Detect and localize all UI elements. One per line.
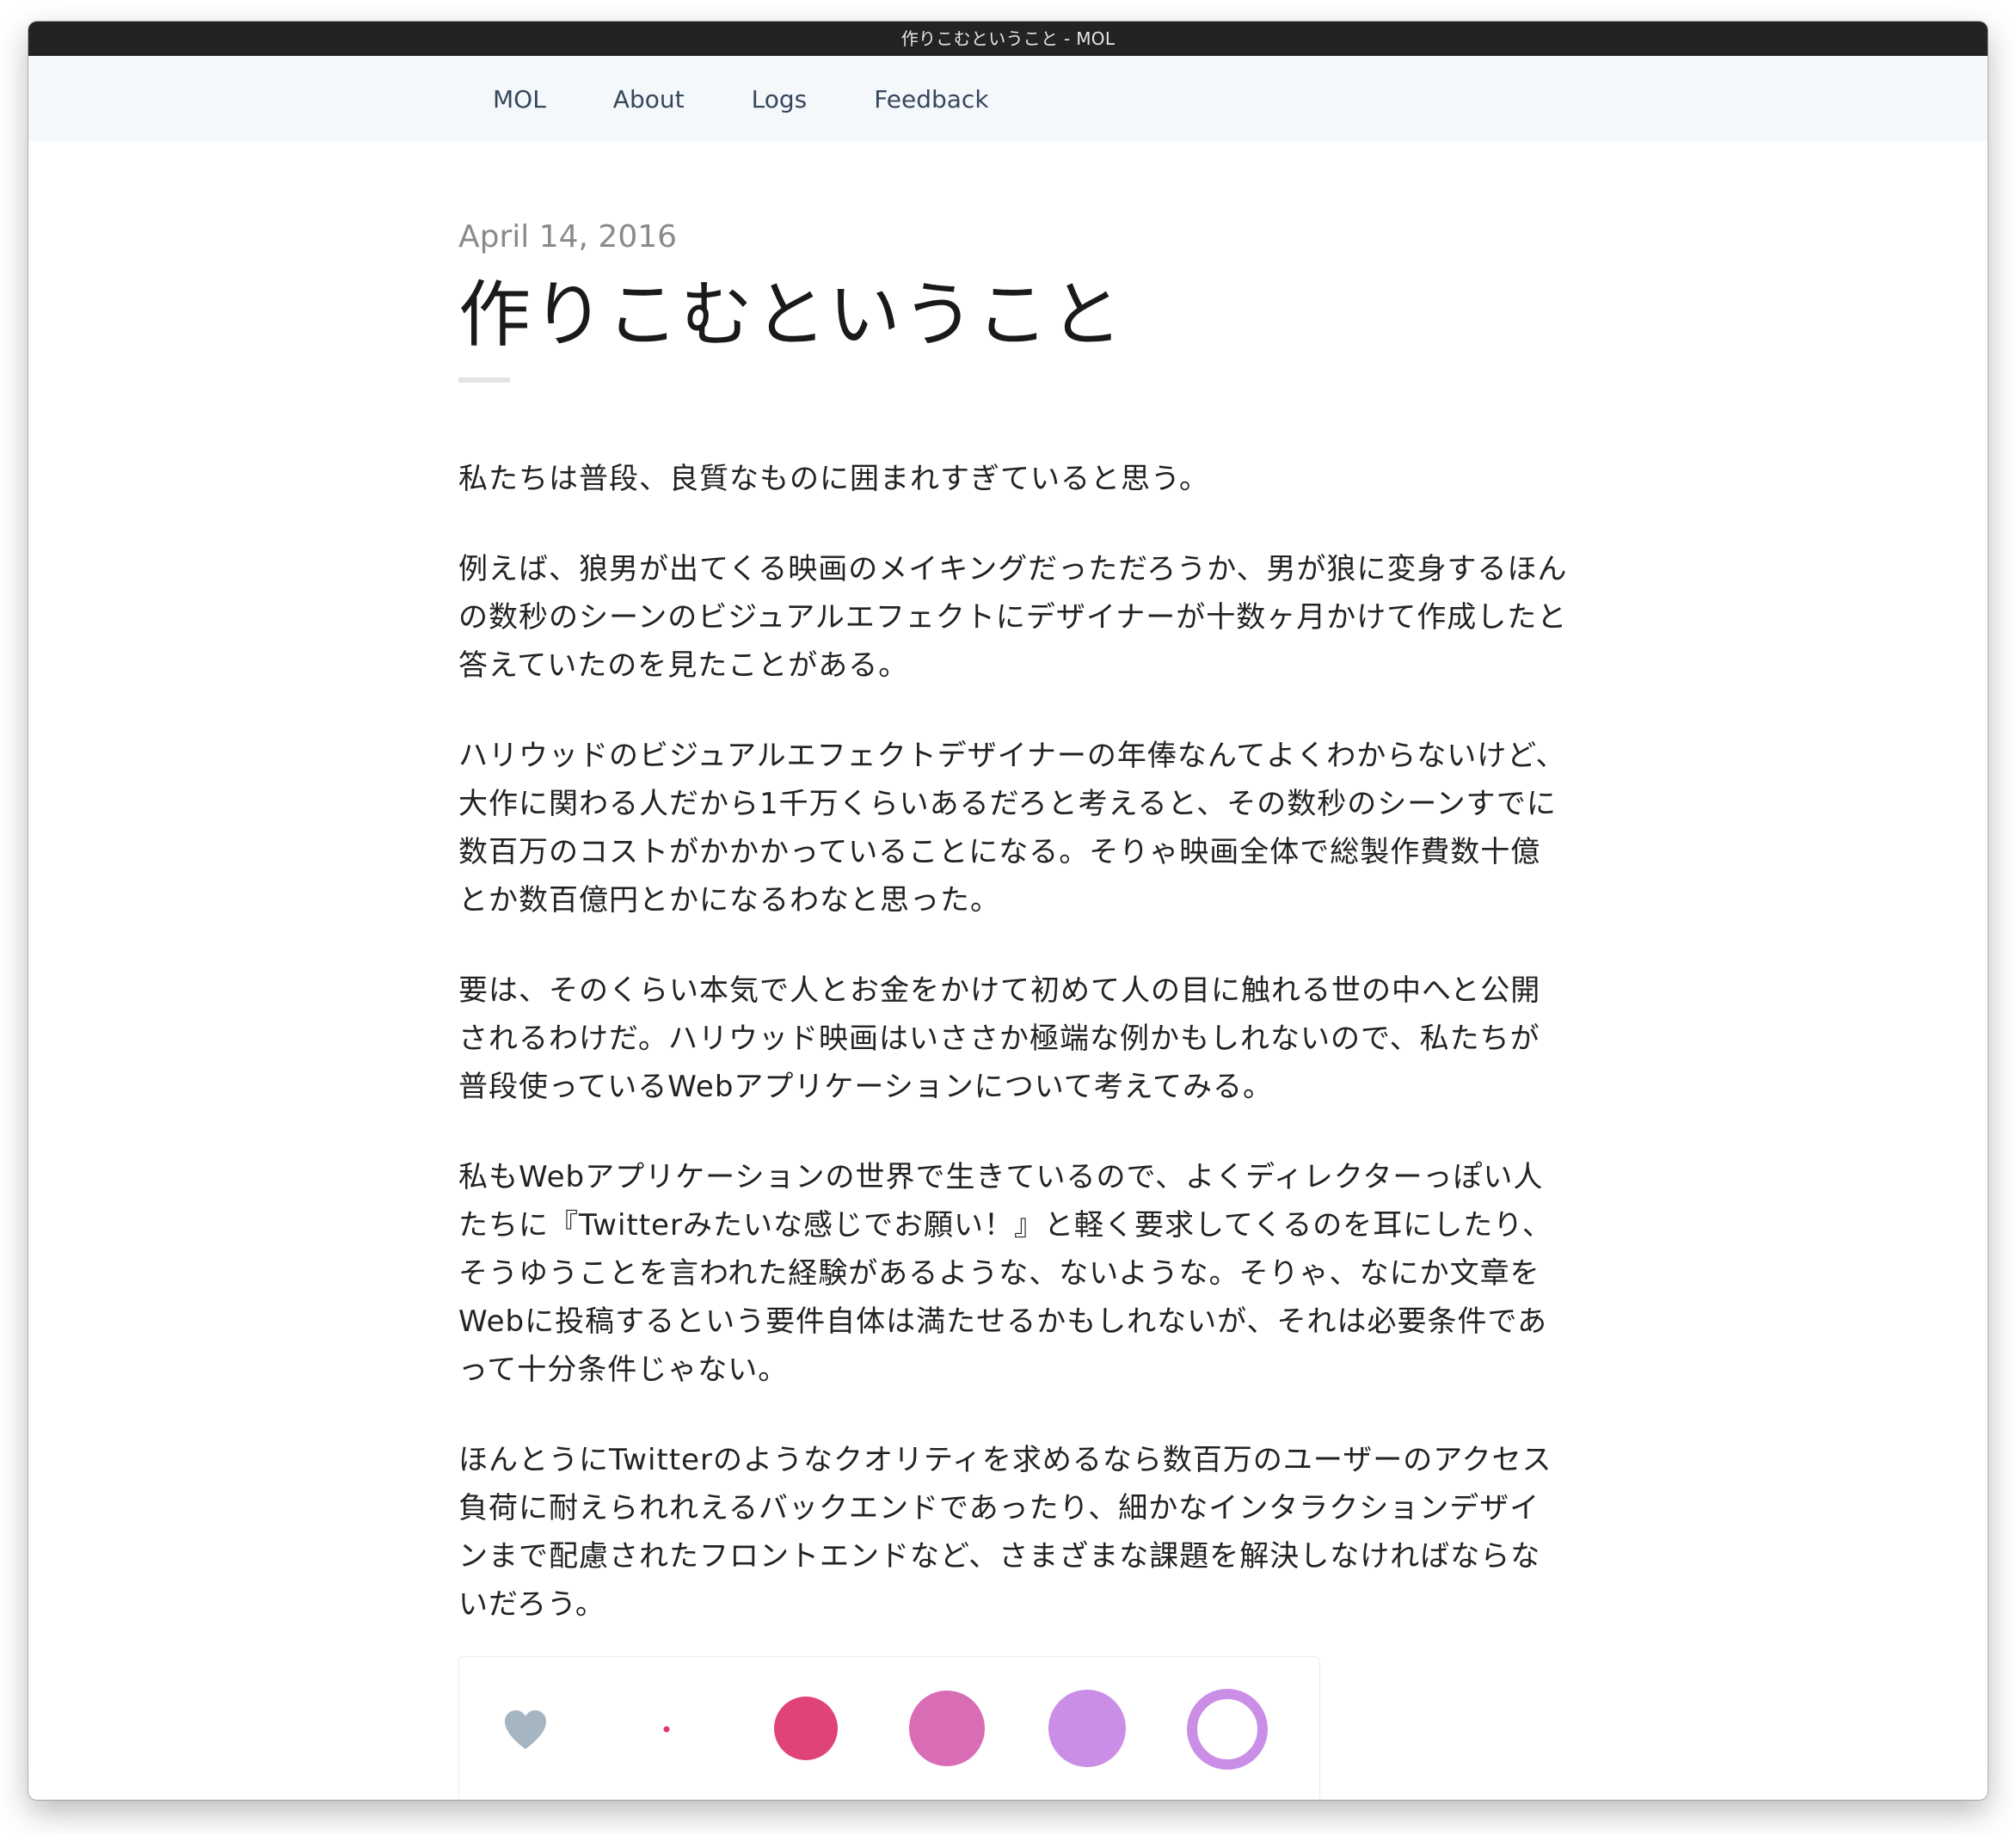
- window-title: 作りこむということ - MOL: [28, 21, 1988, 56]
- post-date: April 14, 2016: [458, 219, 678, 255]
- burst-circle-large: [1048, 1690, 1126, 1767]
- post-title: 作りこむということ: [458, 273, 1125, 357]
- animation-embed: [458, 1656, 1320, 1800]
- paragraph-2: 例えば、狼男が出てくる映画のメイキングだっただろうか、男が狼に変身するほんの数秒…: [458, 551, 1568, 683]
- post-body: 私たちは普段、良質なものに囲まれすぎていると思う。 例えば、狼男が出てくる映画の…: [458, 455, 1568, 1629]
- title-divider: [458, 377, 510, 383]
- paragraph-4: 要は、そのくらい本気で人とお金をかけて初めて人の目に触れる世の中へと公開されるわ…: [458, 973, 1541, 1104]
- nav-links: MOL About Logs Feedback: [493, 56, 1056, 142]
- burst-dot: [663, 1726, 670, 1733]
- nav-link-logs[interactable]: Logs: [752, 85, 808, 114]
- paragraph-6: ほんとうにTwitterのようなクオリティを求めるなら数百万のユーザーのアクセス…: [458, 1442, 1552, 1622]
- paragraph-1: 私たちは普段、良質なものに囲まれすぎていると思う。: [458, 461, 1209, 496]
- post-content: April 14, 2016 作りこむということ 私たちは普段、良質なものに囲ま…: [458, 142, 1568, 1671]
- nav-link-feedback[interactable]: Feedback: [874, 85, 988, 114]
- nav-link-mol[interactable]: MOL: [493, 85, 546, 114]
- paragraph-3: ハリウッドのビジュアルエフェクトデザイナーの年俸なんてよくわからないけど、大作に…: [458, 738, 1566, 918]
- burst-ring: [1187, 1689, 1268, 1770]
- burst-circle-medium: [909, 1691, 985, 1766]
- browser-window: 作りこむということ - MOL MOL About Logs Feedback …: [28, 21, 1988, 1800]
- burst-circle-small: [774, 1697, 838, 1760]
- paragraph-5: 私もWebアプリケーションの世界で生きているので、よくディレクターっぽい人たちに…: [458, 1159, 1552, 1387]
- nav-link-about[interactable]: About: [613, 85, 685, 114]
- heart-icon: [505, 1710, 546, 1749]
- site-nav: MOL About Logs Feedback: [28, 56, 1988, 142]
